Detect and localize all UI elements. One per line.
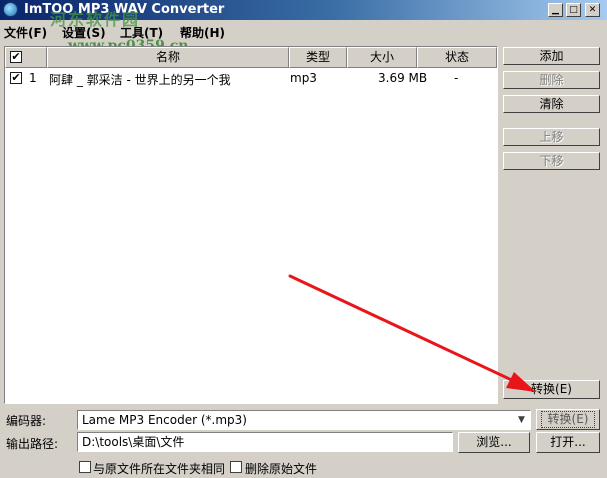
delete-original-checkbox[interactable] bbox=[230, 461, 242, 473]
add-button[interactable]: 添加 bbox=[503, 47, 600, 65]
move-up-button[interactable]: 上移 bbox=[503, 128, 600, 146]
window-title: ImTOO MP3 WAV Converter bbox=[24, 2, 225, 17]
row-status: - bbox=[454, 71, 459, 85]
browse-button[interactable]: 浏览... bbox=[458, 432, 530, 453]
file-list[interactable]: ✔ 名称 类型 大小 状态 ✔ 1 阿肆 _ 郭采洁 - 世界上的另一个我 mp… bbox=[4, 46, 498, 404]
row-type: mp3 bbox=[290, 71, 317, 85]
clear-button[interactable]: 清除 bbox=[503, 95, 600, 113]
header-size[interactable]: 大小 bbox=[347, 47, 417, 68]
row-index: 1 bbox=[29, 71, 37, 85]
menu-settings[interactable]: 设置(S) bbox=[62, 24, 106, 41]
open-button[interactable]: 打开... bbox=[536, 432, 600, 453]
row-name: 阿肆 _ 郭采洁 - 世界上的另一个我 bbox=[49, 73, 231, 87]
header-select-all[interactable]: ✔ bbox=[5, 47, 47, 68]
header-name[interactable]: 名称 bbox=[47, 47, 289, 68]
header-type[interactable]: 类型 bbox=[289, 47, 347, 68]
convert-side-button[interactable]: 转换(E) bbox=[503, 380, 600, 399]
delete-button[interactable]: 删除 bbox=[503, 71, 600, 89]
encoder-label: 编码器: bbox=[6, 414, 47, 428]
row-checkbox[interactable]: ✔ bbox=[10, 72, 22, 84]
same-folder-label: 与原文件所在文件夹相同 bbox=[93, 462, 226, 476]
output-path-label: 输出路径: bbox=[6, 437, 59, 451]
convert-button-label: 转换(E) bbox=[540, 411, 596, 428]
same-folder-checkbox[interactable] bbox=[79, 461, 91, 473]
menu-help[interactable]: 帮助(H) bbox=[180, 24, 225, 41]
encoder-value: Lame MP3 Encoder (*.mp3) bbox=[82, 413, 247, 427]
move-down-button[interactable]: 下移 bbox=[503, 152, 600, 170]
select-all-checkbox[interactable]: ✔ bbox=[10, 51, 22, 63]
title-bar: ImTOO MP3 WAV Converter ▁ □ ✕ bbox=[0, 0, 607, 20]
app-icon bbox=[3, 2, 18, 17]
convert-button[interactable]: 转换(E) bbox=[536, 409, 600, 430]
output-path-input[interactable]: D:\tools\桌面\文件 bbox=[77, 432, 453, 452]
chevron-down-icon[interactable]: ▼ bbox=[514, 412, 529, 428]
menu-tools[interactable]: 工具(T) bbox=[120, 24, 163, 41]
minimize-icon[interactable]: ▁ bbox=[548, 3, 563, 17]
maximize-icon[interactable]: □ bbox=[566, 3, 581, 17]
row-size: 3.69 MB bbox=[378, 71, 428, 85]
close-icon[interactable]: ✕ bbox=[585, 3, 600, 17]
delete-original-label: 删除原始文件 bbox=[245, 462, 318, 476]
table-row[interactable]: ✔ 1 阿肆 _ 郭采洁 - 世界上的另一个我 mp3 3.69 MB - bbox=[5, 69, 497, 87]
encoder-select[interactable]: Lame MP3 Encoder (*.mp3) ▼ bbox=[77, 410, 531, 430]
menu-file[interactable]: 文件(F) bbox=[4, 24, 47, 41]
table-header: ✔ 名称 类型 大小 状态 bbox=[5, 47, 497, 68]
header-status[interactable]: 状态 bbox=[417, 47, 497, 68]
menu-bar: 文件(F) 设置(S) 工具(T) 帮助(H) bbox=[0, 21, 607, 41]
